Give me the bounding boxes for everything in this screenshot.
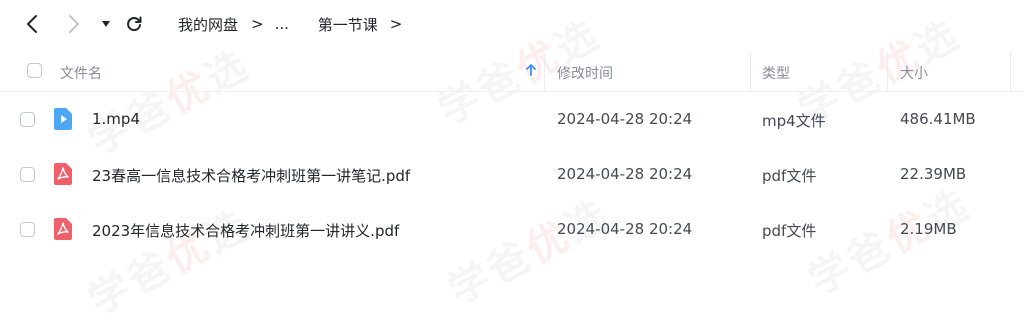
column-divider[interactable] [887,52,888,92]
breadcrumb-separator-icon [301,15,306,33]
select-all-checkbox[interactable] [27,63,42,78]
row-checkbox[interactable] [20,112,35,127]
file-type: pdf文件 [762,222,817,240]
sort-ascending-icon[interactable] [525,63,537,77]
video-file-icon [54,108,72,130]
file-type: pdf文件 [762,167,817,185]
breadcrumb-separator-icon: > [251,15,264,33]
file-name[interactable]: 23春高一信息技术合格考冲刺班第一讲笔记.pdf [92,165,410,186]
file-name[interactable]: 2023年信息技术合格考冲刺班第一讲讲义.pdf [92,220,399,241]
file-row[interactable]: 1.mp4 2024-04-28 20:24 mp4文件 486.41MB [0,93,1024,147]
forward-button[interactable] [62,12,86,36]
breadcrumb-ellipsis[interactable]: ... [275,15,289,33]
file-row[interactable]: 23春高一信息技术合格考冲刺班第一讲笔记.pdf 2024-04-28 20:2… [0,148,1024,202]
refresh-button[interactable] [122,12,146,36]
file-list-header: 文件名 修改时间 类型 大小 [0,52,1024,92]
file-size: 486.41MB [900,110,976,128]
chevron-left-icon [27,15,37,33]
breadcrumb-current-folder[interactable]: 第一节课 [318,14,378,35]
row-checkbox[interactable] [20,222,35,237]
file-modified-time: 2024-04-28 20:24 [557,110,693,128]
file-size: 2.19MB [900,220,957,238]
file-modified-time: 2024-04-28 20:24 [557,220,693,238]
header-size[interactable]: 大小 [900,63,928,83]
pdf-file-icon [54,218,72,240]
column-divider[interactable] [544,52,545,92]
caret-down-icon [102,21,110,27]
header-filename[interactable]: 文件名 [60,63,102,83]
pdf-file-icon [54,163,72,185]
header-type[interactable]: 类型 [762,63,790,83]
breadcrumb-my-drive[interactable]: 我的网盘 [178,14,238,35]
file-size: 22.39MB [900,165,967,183]
history-dropdown-button[interactable] [94,12,118,36]
breadcrumb-separator-icon: > [389,15,403,33]
chevron-right-icon [69,15,79,33]
file-modified-time: 2024-04-28 20:24 [557,165,693,183]
row-checkbox[interactable] [20,167,35,182]
file-row[interactable]: 2023年信息技术合格考冲刺班第一讲讲义.pdf 2024-04-28 20:2… [0,203,1024,257]
top-nav-bar: 我的网盘 > ... 第一节课 > [0,0,1024,48]
refresh-icon [127,16,142,32]
file-type: mp4文件 [762,112,826,130]
header-modified-time[interactable]: 修改时间 [557,63,613,83]
breadcrumb: 我的网盘 > ... 第一节课 > [178,13,414,35]
back-button[interactable] [20,12,44,36]
column-divider[interactable] [1010,52,1011,92]
column-divider[interactable] [750,52,751,92]
header-divider [0,91,1024,92]
file-name[interactable]: 1.mp4 [92,110,140,128]
